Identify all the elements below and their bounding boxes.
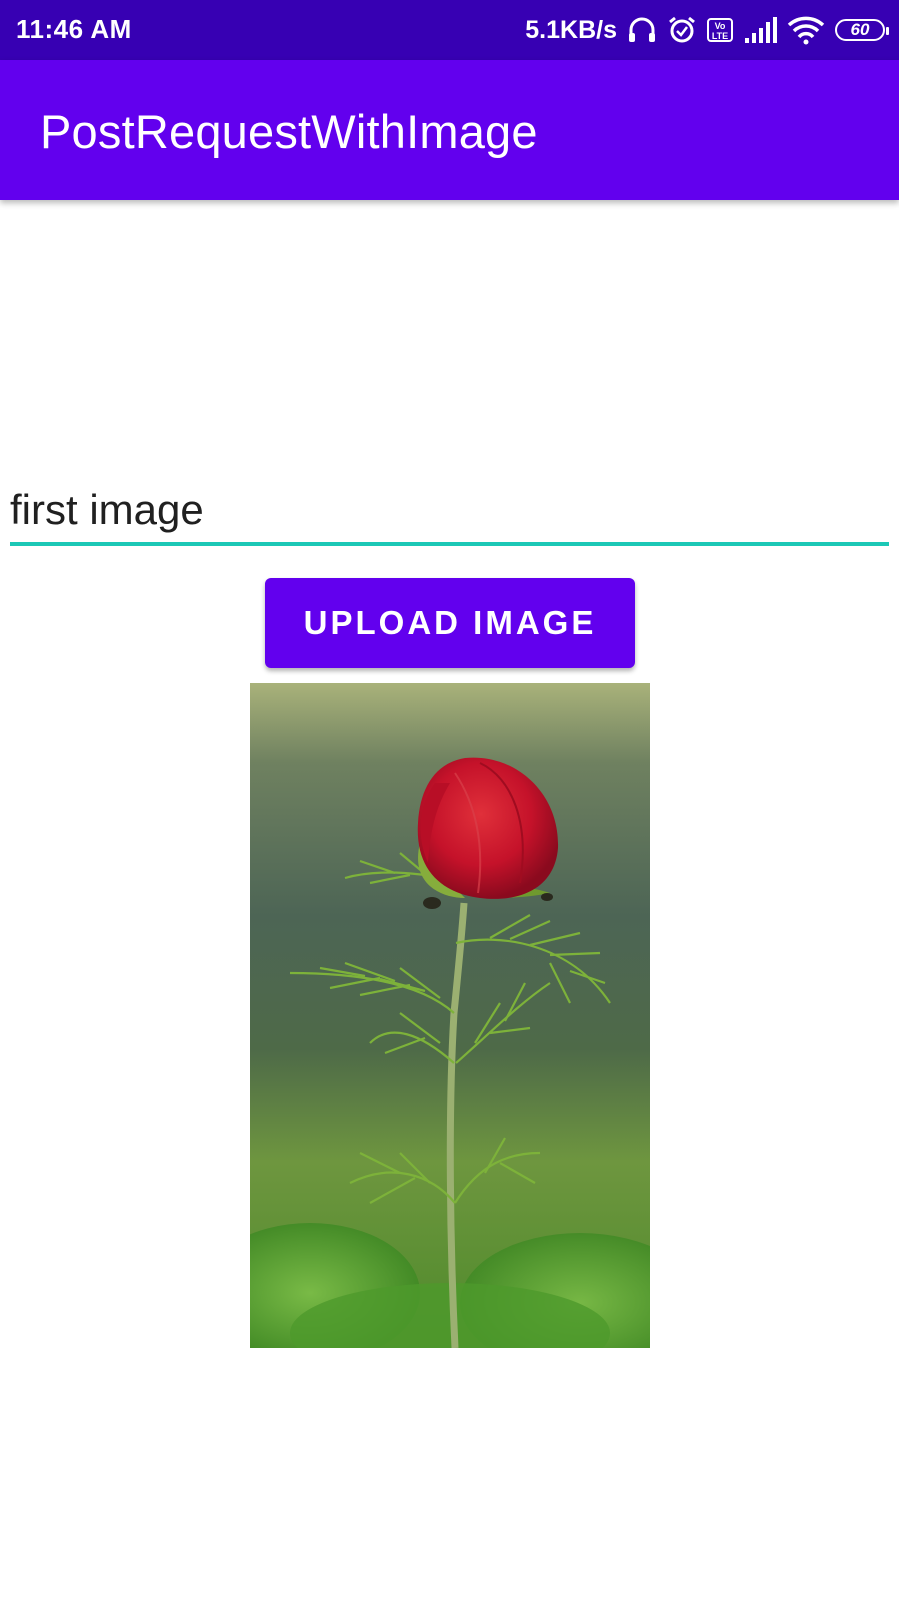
headset-icon [627,15,657,45]
alarm-icon [667,15,697,45]
wifi-icon [787,15,825,45]
upload-image-button[interactable]: UPLOAD IMAGE [265,578,635,668]
network-speed: 5.1KB/s [525,15,617,44]
app-screen: 11:46 AM 5.1KB/s Vo LTE 60 PostRequestWi… [0,0,899,1599]
app-bar: PostRequestWithImage [0,60,899,200]
battery-icon: 60 [835,19,889,41]
uploaded-image [250,683,650,1348]
app-title: PostRequestWithImage [40,105,538,158]
status-time: 11:46 AM [16,14,132,44]
image-name-input[interactable] [10,478,889,546]
status-icons: 5.1KB/s Vo LTE 60 [525,12,889,48]
volte-icon: Vo LTE [707,18,733,42]
status-bar: 11:46 AM 5.1KB/s Vo LTE 60 [0,0,899,60]
signal-icon [743,16,777,44]
